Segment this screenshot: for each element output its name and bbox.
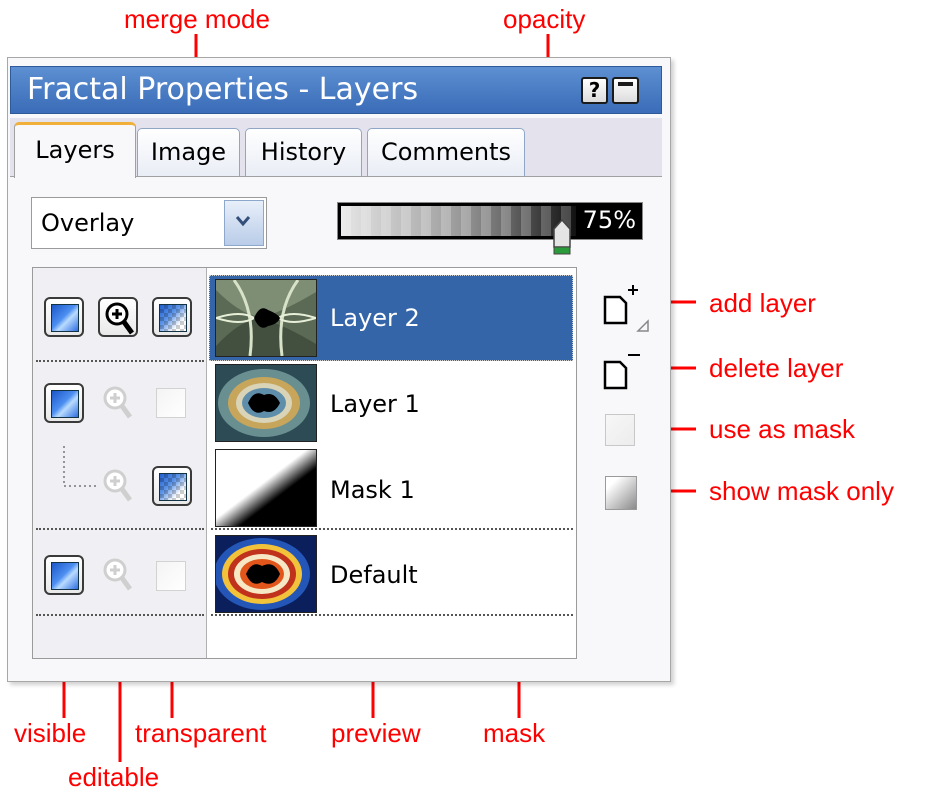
layer-name: Layer 1	[330, 390, 420, 418]
preview-annotation: preview	[331, 718, 421, 748]
visible-eye-icon	[51, 304, 79, 332]
transparency-icon	[159, 473, 187, 501]
title-bar[interactable]: Fractal Properties - Layers ?	[10, 66, 662, 114]
magnifier-icon	[103, 558, 133, 591]
editable-toggle-mask-1[interactable]	[98, 466, 138, 506]
merge-mode-dropdown-button[interactable]	[224, 200, 264, 246]
window-title: Fractal Properties - Layers	[27, 72, 419, 107]
preview-mask-1	[215, 449, 317, 527]
transparent-toggle-layer-1[interactable]	[156, 388, 186, 418]
mask-annotation: mask	[483, 718, 546, 748]
tab-layers[interactable]: Layers	[14, 122, 136, 178]
opacity-value: 75%	[582, 206, 636, 234]
add-layer-annotation: add layer	[709, 288, 816, 318]
minimize-button[interactable]	[612, 77, 639, 104]
editable-toggle-layer-1[interactable]	[98, 383, 138, 423]
merge-mode-annotation: merge mode	[124, 4, 270, 34]
visible-toggle-layer-2[interactable]	[44, 297, 84, 337]
transparent-toggle-layer-2[interactable]	[152, 297, 192, 337]
help-button[interactable]: ?	[581, 77, 608, 104]
editable-toggle-default[interactable]	[98, 555, 138, 595]
preview-layer-1	[215, 364, 317, 442]
transparent-toggle-mask-1[interactable]	[152, 466, 192, 506]
delete-layer-icon[interactable]	[600, 348, 648, 392]
visible-toggle-layer-1[interactable]	[44, 383, 84, 423]
opacity-annotation: opacity	[503, 4, 586, 34]
editable-toggle-layer-2[interactable]	[98, 297, 138, 337]
layer-name: Default	[330, 561, 418, 589]
visible-toggle-default[interactable]	[44, 555, 84, 595]
layer-name: Layer 2	[330, 304, 420, 332]
chevron-down-icon	[235, 216, 251, 227]
transparency-icon	[159, 304, 187, 332]
tab-history[interactable]: History	[245, 128, 362, 176]
visible-eye-icon	[51, 390, 79, 418]
use-as-mask-annotation: use as mask	[709, 414, 855, 444]
visible-eye-icon	[51, 562, 79, 590]
preview-layer-2	[215, 279, 317, 357]
layer-name: Mask 1	[330, 476, 415, 504]
use-as-mask-icon[interactable]	[605, 414, 635, 446]
show-mask-only-annotation: show mask only	[709, 476, 894, 506]
add-layer-icon[interactable]	[600, 283, 656, 335]
mask-tree-connector	[63, 446, 98, 487]
magnifier-icon	[103, 469, 133, 502]
magnifier-icon	[105, 302, 135, 335]
transparent-toggle-default[interactable]	[156, 561, 186, 591]
editable-annotation: editable	[68, 762, 160, 792]
opacity-slider-thumb[interactable]	[553, 219, 571, 255]
merge-mode-select[interactable]: Overlay	[31, 197, 267, 249]
tab-comments[interactable]: Comments	[367, 128, 525, 176]
transparent-annotation: transparent	[135, 718, 267, 748]
magnifier-icon	[103, 386, 133, 419]
delete-layer-annotation: delete layer	[709, 353, 844, 383]
tab-image[interactable]: Image	[137, 128, 240, 176]
show-mask-only-icon[interactable]	[605, 476, 637, 510]
opacity-slider[interactable]: 75%	[337, 202, 643, 240]
preview-default	[215, 535, 317, 613]
merge-mode-value: Overlay	[41, 209, 135, 237]
visible-annotation: visible	[14, 718, 87, 748]
